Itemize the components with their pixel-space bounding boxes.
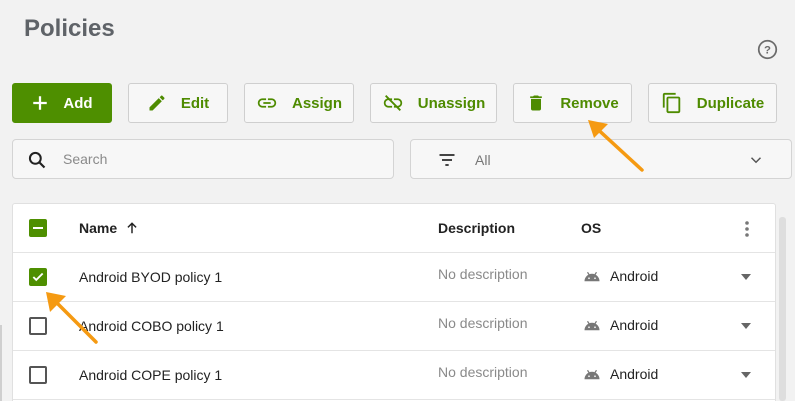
policy-description: No description (438, 364, 528, 380)
policy-name: Android COPE policy 1 (79, 367, 223, 383)
trash-icon (530, 95, 543, 111)
policy-description: No description (438, 266, 528, 282)
more-vert-icon[interactable] (744, 220, 750, 238)
android-icon (584, 320, 600, 331)
link-off-icon (383, 95, 402, 111)
policy-os-label: Android (610, 366, 659, 382)
column-header-name[interactable]: Name (79, 220, 139, 236)
column-header-os-label: OS (581, 220, 602, 236)
android-icon (584, 271, 600, 282)
table-row[interactable]: Android BYOD policy 1 No description And… (13, 253, 775, 302)
search-box (12, 139, 394, 179)
policy-os-label: Android (610, 317, 659, 333)
policy-os: Android (583, 366, 658, 382)
policy-os: Android (583, 317, 658, 333)
filter-icon (439, 154, 455, 166)
unassign-button-label: Unassign (417, 94, 486, 112)
duplicate-button[interactable]: Duplicate (648, 83, 777, 123)
remove-button-label: Remove (560, 94, 619, 112)
policies-table: Name Description OS Android BYOD policy … (12, 203, 776, 401)
page-title: Policies (24, 15, 115, 42)
row-checkbox[interactable] (29, 268, 47, 286)
policy-description: No description (438, 315, 528, 331)
table-header: Name Description OS (13, 204, 775, 253)
plus-icon (33, 96, 48, 110)
filter-value: All (475, 152, 491, 168)
add-button-label: Add (63, 94, 93, 112)
unassign-button[interactable]: Unassign (370, 83, 497, 123)
row-checkbox[interactable] (29, 366, 47, 384)
arrow-up-icon (127, 222, 137, 234)
table-row[interactable]: Android COPE policy 1 No description And… (13, 351, 775, 400)
policy-name: Android BYOD policy 1 (79, 269, 223, 285)
policy-os: Android (583, 268, 658, 284)
assign-button-label: Assign (291, 94, 342, 112)
add-button[interactable]: Add (12, 83, 112, 123)
caret-down-icon[interactable] (740, 370, 752, 380)
help-icon[interactable]: ? (757, 39, 778, 60)
check-icon (32, 272, 44, 282)
row-checkbox[interactable] (29, 317, 47, 335)
filter-dropdown[interactable]: All (410, 139, 792, 179)
caret-down-icon[interactable] (740, 272, 752, 282)
left-edge-rail (0, 325, 2, 401)
column-header-description: Description (438, 220, 515, 236)
chevron-down-icon (750, 157, 762, 164)
link-icon (257, 98, 277, 108)
copy-icon (662, 92, 680, 114)
assign-button[interactable]: Assign (244, 83, 354, 123)
search-input[interactable] (63, 148, 383, 170)
pencil-icon (149, 95, 165, 111)
remove-button[interactable]: Remove (513, 83, 632, 123)
android-icon (584, 369, 600, 380)
search-icon (28, 151, 46, 169)
svg-text:?: ? (764, 44, 771, 56)
table-row[interactable]: Android COBO policy 1 No description And… (13, 302, 775, 351)
policy-name: Android COBO policy 1 (79, 318, 224, 334)
column-header-name-label: Name (79, 220, 118, 236)
duplicate-button-label: Duplicate (696, 94, 765, 112)
column-header-os: OS (581, 220, 601, 236)
caret-down-icon[interactable] (740, 321, 752, 331)
edit-button-label: Edit (180, 94, 210, 112)
edit-button[interactable]: Edit (128, 83, 228, 123)
vertical-scrollbar[interactable] (779, 217, 786, 401)
column-header-description-label: Description (438, 220, 516, 236)
policy-os-label: Android (610, 268, 659, 284)
select-all-checkbox[interactable] (29, 219, 47, 237)
